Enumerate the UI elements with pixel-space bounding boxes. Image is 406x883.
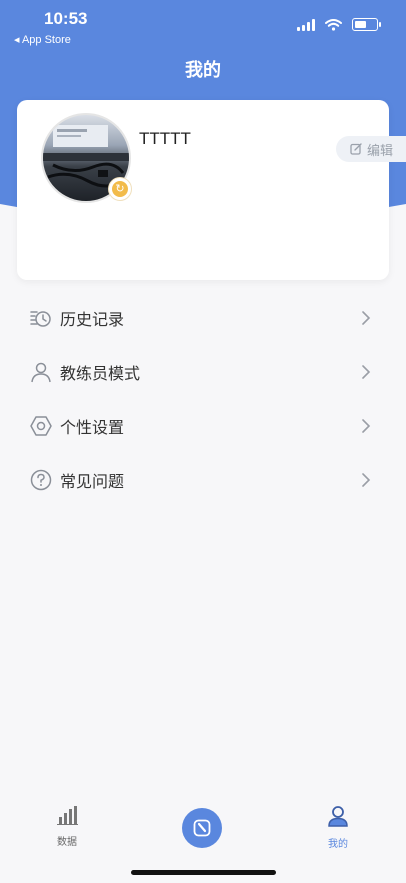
status-time: 10:53: [44, 9, 88, 28]
chevron-right-icon: [362, 473, 371, 487]
tab-mine[interactable]: 我的: [308, 805, 368, 850]
user-icon: [328, 806, 348, 827]
timer-icon: [193, 819, 211, 837]
status-bar: 10:53 ◂ App Store: [0, 0, 406, 50]
battery-icon: [352, 18, 381, 31]
menu-item-faq[interactable]: 常见问题: [0, 453, 406, 507]
menu-label-history: 历史记录: [60, 310, 125, 329]
status-icons: [297, 18, 381, 31]
person-icon: [31, 362, 51, 383]
menu-label-coach-mode: 教练员模式: [60, 364, 141, 383]
tab-data[interactable]: 数据: [37, 805, 97, 848]
tab-label-mine: 我的: [328, 839, 348, 850]
chevron-right-icon: [362, 365, 371, 379]
back-to-app-link[interactable]: ◂ App Store: [14, 33, 71, 46]
profile-card: ↻ TTTTT 编辑: [17, 100, 406, 280]
cellular-signal-icon: [297, 18, 315, 31]
chevron-right-icon: [362, 419, 371, 433]
menu-item-coach-mode[interactable]: 教练员模式: [0, 345, 406, 399]
change-avatar-icon[interactable]: ↻: [108, 177, 132, 201]
wifi-icon: [325, 18, 342, 31]
bar-chart-icon: [57, 806, 78, 825]
settings-icon: [30, 416, 52, 436]
chevron-right-icon: [362, 311, 371, 325]
tab-timer[interactable]: [182, 808, 222, 848]
tab-label-data: 数据: [57, 837, 77, 848]
history-icon: [30, 311, 51, 327]
question-icon: [30, 469, 52, 491]
settings-menu: 历史记录 教练员模式 个性设置 常见问题: [0, 291, 406, 507]
edit-profile-button[interactable]: 编辑: [336, 136, 406, 162]
edit-icon: [350, 143, 362, 155]
edit-label: 编辑: [367, 143, 394, 159]
menu-item-personal-settings[interactable]: 个性设置: [0, 399, 406, 453]
menu-label-faq: 常见问题: [60, 472, 125, 491]
page-title: 我的: [185, 60, 221, 81]
username: TTTTT: [139, 129, 191, 148]
menu-item-history[interactable]: 历史记录: [0, 291, 406, 345]
home-indicator: [131, 870, 276, 875]
menu-label-personal-settings: 个性设置: [60, 418, 125, 437]
